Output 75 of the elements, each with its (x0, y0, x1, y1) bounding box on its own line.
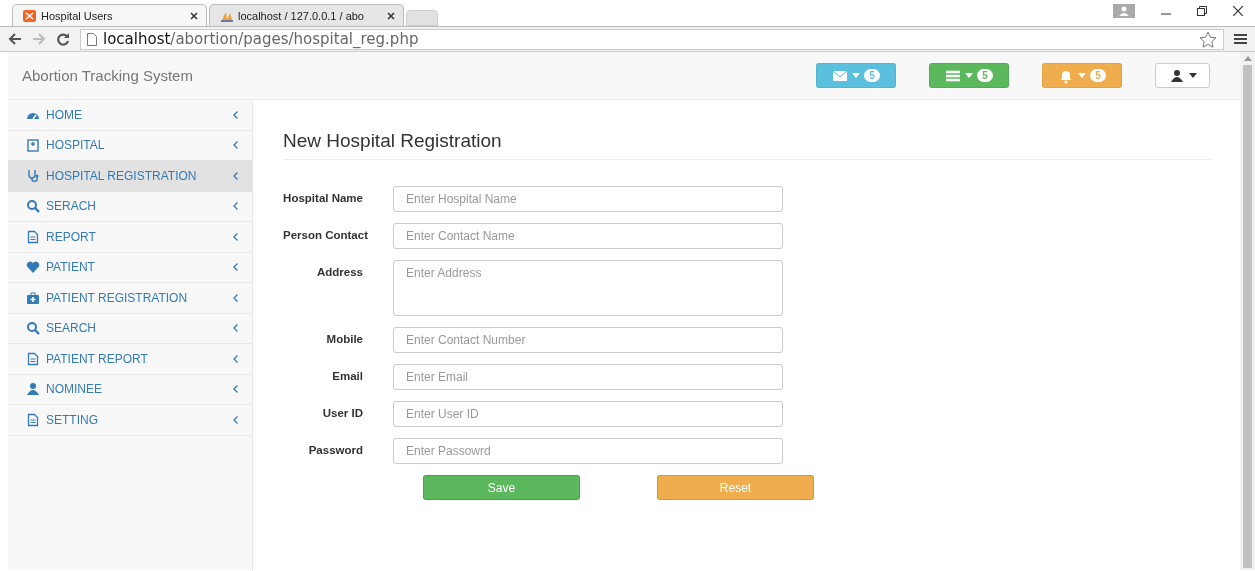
scrollbar[interactable] (1240, 52, 1255, 570)
page-icon (87, 32, 97, 46)
tab-title: Hospital Users (41, 9, 114, 22)
chevron-icon (233, 141, 238, 150)
browser-tab[interactable]: localhost / 127.0.0.1 / abo (209, 4, 404, 26)
search-icon (26, 321, 40, 336)
chevron-icon (233, 232, 238, 241)
input-field[interactable]: Enter Email (393, 364, 783, 390)
caret-icon (1188, 73, 1197, 78)
chevron-icon (233, 324, 238, 333)
sidebar-item[interactable]: PATIENT REPORT (8, 344, 252, 375)
back-arrow-icon[interactable] (8, 33, 22, 45)
search-icon (26, 199, 40, 214)
chevron-icon (233, 171, 238, 180)
address-bar[interactable]: localhost/abortion/pages/hospital_reg.php (80, 28, 1224, 50)
sidebar-item[interactable]: HOME (8, 100, 252, 131)
address-field[interactable]: Enter Address (393, 260, 783, 316)
chevron-icon (233, 110, 238, 119)
brand-title[interactable]: Abortion Tracking System (22, 67, 816, 84)
chevron-icon (233, 202, 238, 211)
field-label: Password (307, 443, 364, 456)
list-dropdown-button[interactable]: 5 (929, 63, 1009, 88)
tab-title: localhost / 127.0.0.1 / abo (238, 9, 365, 22)
input-field[interactable]: Enter Passowrd (393, 438, 783, 464)
sidebar-item[interactable]: PATIENT (8, 252, 252, 283)
hospital-icon (26, 138, 40, 153)
sidebar-item[interactable]: SETTING (8, 405, 252, 436)
input-field[interactable]: Enter Contact Number (393, 327, 783, 353)
count-badge: 5 (864, 69, 880, 82)
form-button[interactable]: Save (423, 475, 580, 500)
browser-tab[interactable]: Hospital Users (12, 4, 207, 26)
input-field[interactable]: Enter Hospital Name (393, 186, 783, 212)
star-icon[interactable] (1199, 30, 1217, 48)
field-label: User ID (321, 406, 364, 419)
chevron-icon (233, 263, 238, 272)
document-icon (26, 229, 40, 244)
menu-icon[interactable] (1234, 33, 1247, 45)
sidebar-item[interactable]: PATIENT REGISTRATION (8, 283, 252, 314)
input-field[interactable]: Enter User ID (393, 401, 783, 427)
sidebar-item[interactable]: HOSPITAL REGISTRATION (8, 161, 252, 192)
stethoscope-icon (26, 168, 40, 183)
heart-icon (26, 260, 40, 275)
field-label: Email (331, 369, 364, 382)
field-label: Person Contact (283, 228, 369, 241)
chevron-icon (233, 293, 238, 302)
caret-icon (965, 73, 974, 78)
user-icon (1168, 67, 1185, 84)
input-field[interactable]: Enter Contact Name (393, 223, 783, 249)
chevron-icon (233, 354, 238, 363)
document-icon (26, 351, 40, 366)
xampp-logo-icon (23, 9, 36, 22)
count-badge: 5 (1090, 69, 1106, 82)
chevron-icon (233, 385, 238, 394)
reload-icon[interactable] (56, 32, 70, 46)
close-icon[interactable] (1233, 6, 1243, 16)
sidebar-item[interactable]: SEARCH (8, 313, 252, 344)
caret-icon (852, 73, 861, 78)
close-icon[interactable] (190, 11, 198, 20)
user-icon (26, 382, 40, 397)
page-heading: New Hospital Registration (283, 126, 1212, 160)
user-dropdown-button[interactable] (1155, 63, 1210, 88)
field-label: Mobile (325, 332, 364, 345)
url-text: localhost/abortion/pages/hospital_reg.php (103, 30, 419, 48)
caret-icon (1078, 73, 1087, 78)
chevron-icon (233, 415, 238, 424)
sidebar-item[interactable]: SERACH (8, 191, 252, 222)
field-label: Hospital Name (283, 191, 364, 204)
count-badge: 5 (977, 69, 993, 82)
sidebar-item[interactable]: NOMINEE (8, 374, 252, 405)
field-label: Address (315, 265, 364, 278)
restore-icon[interactable] (1197, 6, 1207, 16)
document-icon (26, 412, 40, 427)
medkit-icon (26, 290, 40, 305)
sidebar-item[interactable]: REPORT (8, 222, 252, 253)
close-icon[interactable] (387, 11, 395, 20)
